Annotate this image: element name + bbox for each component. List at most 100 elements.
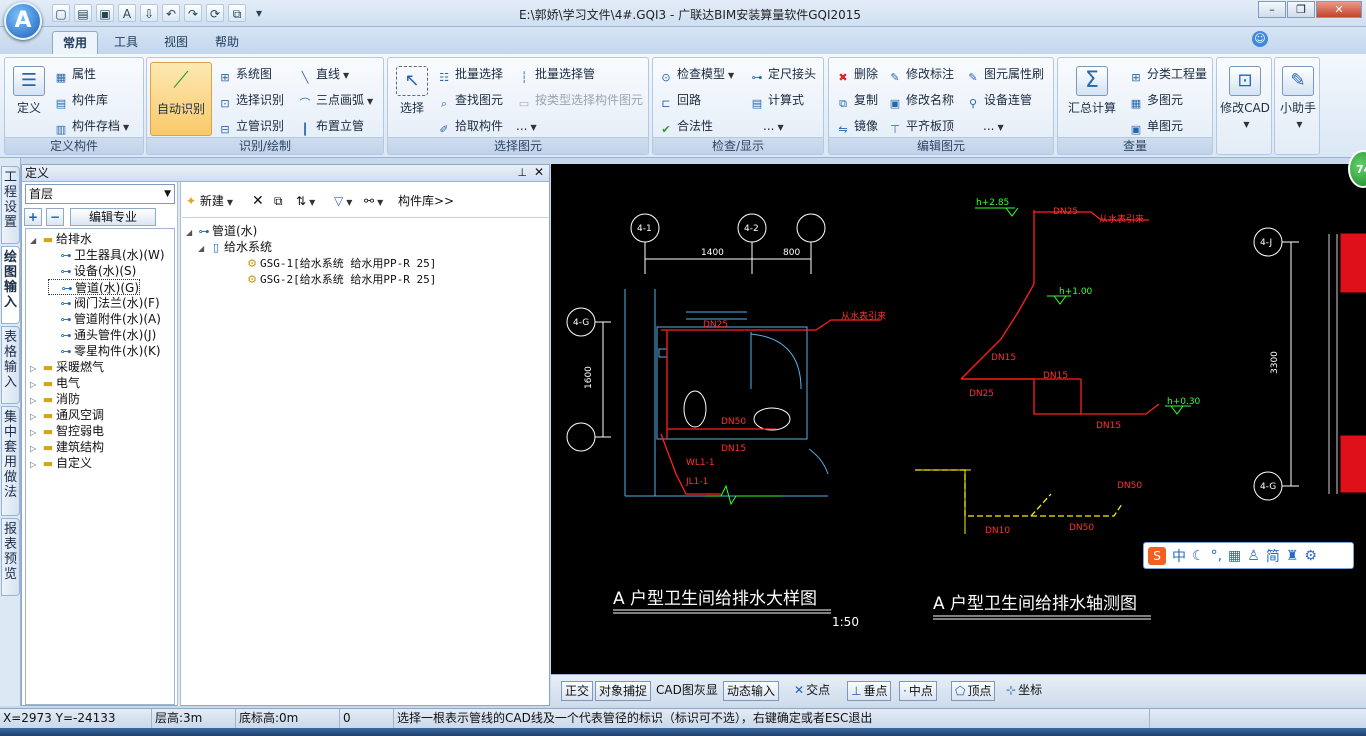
- tree-item-folder[interactable]: ▷ ▬ 消防: [30, 391, 80, 407]
- vtab-apply-method[interactable]: 集中套用做法: [1, 406, 20, 516]
- tree-item-folder[interactable]: ◢ ▬ 给排水: [30, 231, 92, 247]
- select-button[interactable]: ↖ 选择: [391, 62, 433, 136]
- tree-item-folder[interactable]: ▷ ▬ 智控弱电: [30, 423, 104, 439]
- define-button[interactable]: ☰ 定义: [9, 62, 49, 136]
- floor-select[interactable]: 首层 ▼: [25, 184, 175, 204]
- delete-button[interactable]: ✖ 删除: [835, 64, 878, 85]
- auto-identify-button[interactable]: ⟋ 自动识别: [150, 62, 212, 136]
- mirror-button[interactable]: ⇋ 镜像: [835, 116, 878, 137]
- punctuation-icon[interactable]: °,: [1211, 548, 1222, 564]
- snap-cross-button[interactable]: ✕ 交点: [791, 681, 833, 701]
- system-diagram-button[interactable]: ⊞ 系统图: [217, 64, 272, 85]
- object-snap-toggle[interactable]: 对象捕捉: [595, 681, 652, 701]
- cad-drawing-canvas[interactable]: 4-1 4-2 4-G 4-J 4-G 1400 800 1600 3300 D…: [551, 164, 1366, 674]
- pick-comp-button[interactable]: ✐ 拾取构件: [436, 116, 503, 137]
- edit-more-button[interactable]: ... ▼: [983, 116, 1004, 137]
- collapse-arrow-icon[interactable]: ◢: [30, 233, 40, 249]
- vtab-project-settings[interactable]: 工程设置: [1, 166, 20, 244]
- batch-select-button[interactable]: ☷ 批量选择: [436, 64, 503, 85]
- modify-name-button[interactable]: ▣ 修改名称: [887, 90, 954, 111]
- tree-item-folder[interactable]: ▷ ▬ 自定义: [30, 455, 92, 471]
- sum-calc-button[interactable]: Σ 汇总计算: [1062, 62, 1122, 136]
- formula-button[interactable]: ▤ 计算式: [749, 90, 804, 111]
- collapse-arrow-icon[interactable]: ◢: [186, 225, 196, 241]
- tab-common[interactable]: 常用: [52, 31, 99, 54]
- attr-brush-button[interactable]: ✎ 图元属性刷: [965, 64, 1044, 85]
- close-icon[interactable]: ✕: [1316, 1, 1362, 18]
- delete-comp-icon[interactable]: ✕: [252, 192, 264, 210]
- device-pipe-button[interactable]: ⚲ 设备连管: [965, 90, 1032, 111]
- copy-comp-icon[interactable]: ⧉: [274, 192, 283, 210]
- tree-item-component[interactable]: ⊶ 设备(水)(S): [48, 263, 137, 279]
- check-more-button[interactable]: ... ▼: [763, 116, 784, 137]
- select-by-type-button[interactable]: ▭ 按类型选择构件图元: [516, 90, 643, 111]
- collapse-arrow-icon[interactable]: ◢: [198, 241, 208, 257]
- expand-arrow-icon[interactable]: ▷: [30, 457, 40, 473]
- single-element-button[interactable]: ▣ 单图元: [1128, 116, 1183, 137]
- tree-item-component[interactable]: ⊶ 管道(水)(G): [48, 279, 141, 295]
- tree-item-component[interactable]: ⊶ 零星构件(水)(K): [48, 343, 161, 359]
- tree-item-folder[interactable]: ▷ ▬ 采暖燃气: [30, 359, 104, 375]
- restore-icon[interactable]: ❐: [1287, 1, 1315, 18]
- import-icon[interactable]: ⇩: [140, 4, 158, 22]
- modify-mark-button[interactable]: ✎ 修改标注: [887, 64, 954, 85]
- collapse-all-icon[interactable]: −: [46, 208, 64, 226]
- class-project-button[interactable]: ⊞ 分类工程量: [1128, 64, 1207, 85]
- assistant-icon[interactable]: ☺: [1252, 31, 1268, 47]
- select-identify-button[interactable]: ⊡ 选择识别: [217, 90, 284, 111]
- dynamic-input-toggle[interactable]: 动态输入: [723, 681, 780, 701]
- window-icon[interactable]: ⧉: [228, 4, 246, 22]
- tree-item-folder[interactable]: ▷ ▬ 建筑结构: [30, 439, 104, 455]
- component-item[interactable]: ⚙ GSG-2[给水系统 给水用PP-R 25]: [244, 271, 436, 287]
- check-model-button[interactable]: ⊙ 检查模型 ▼: [658, 64, 734, 85]
- comp-lib-link[interactable]: 构件库>>: [398, 192, 454, 210]
- panel-close-icon[interactable]: ✕: [534, 165, 544, 179]
- new-button[interactable]: ✦ 新建 ▼: [186, 192, 233, 210]
- select-more-button[interactable]: ... ▼: [516, 116, 537, 137]
- tree-item-component[interactable]: ⊶ 管道附件(水)(A): [48, 311, 161, 327]
- component-group[interactable]: ◢ ▯ 给水系统: [198, 239, 272, 255]
- snap-perp-button[interactable]: ⊥ 垂点: [847, 681, 892, 701]
- align-top-button[interactable]: ⊤ 平齐板顶: [887, 116, 954, 137]
- validity-button[interactable]: ✔ 合法性: [658, 116, 713, 137]
- tree-item-component[interactable]: ⊶ 阀门法兰(水)(F): [48, 295, 160, 311]
- attr-button[interactable]: ▦ 属性: [53, 64, 96, 85]
- ime-chinese[interactable]: 中: [1172, 546, 1186, 566]
- ortho-toggle[interactable]: 正交: [561, 681, 594, 701]
- riser-identify-button[interactable]: ⊟ 立管识别: [217, 116, 284, 137]
- settings-gear-icon[interactable]: ⚙: [1304, 548, 1317, 564]
- redo-icon[interactable]: ↷: [184, 4, 202, 22]
- tree-item-folder[interactable]: ▷ ▬ 通风空调: [30, 407, 104, 423]
- ime-toolbar[interactable]: S 中 ☾ °, ▦ ♙ 简 ♜ ⚙: [1143, 542, 1354, 569]
- tree-item-component[interactable]: ⊶ 通头管件(水)(J): [48, 327, 157, 343]
- snap-vertex-button[interactable]: ⬠ 顶点: [951, 681, 996, 701]
- panel-splitter[interactable]: [177, 182, 181, 706]
- undo-icon[interactable]: ↶: [162, 4, 180, 22]
- sort-icon[interactable]: ⇅ ▼: [296, 192, 315, 210]
- user-icon[interactable]: ♙: [1247, 548, 1260, 564]
- component-item[interactable]: ⚙ GSG-1[给水系统 给水用PP-R 25]: [244, 255, 436, 271]
- tab-tools[interactable]: 工具: [104, 31, 148, 54]
- tree-item-folder[interactable]: ▷ ▬ 电气: [30, 375, 80, 391]
- keyboard-icon[interactable]: ▦: [1228, 548, 1241, 564]
- modify-cad-button[interactable]: ⊡ 修改CAD ▼: [1219, 62, 1271, 136]
- comp-store-button[interactable]: ▥ 构件存档 ▼: [53, 116, 129, 137]
- place-riser-button[interactable]: ┃ 布置立管: [297, 116, 364, 137]
- vtab-table-input[interactable]: 表格输入: [1, 326, 20, 404]
- minimize-icon[interactable]: –: [1258, 1, 1286, 18]
- moon-icon[interactable]: ☾: [1192, 548, 1205, 564]
- find-element-button[interactable]: ⌕ 查找图元: [436, 90, 503, 111]
- expand-all-icon[interactable]: +: [24, 208, 42, 226]
- shirt-icon[interactable]: ♜: [1286, 548, 1299, 564]
- tree-item-component[interactable]: ⊶ 卫生器具(水)(W): [48, 247, 165, 263]
- snap-mid-button[interactable]: · 中点: [899, 681, 937, 701]
- find-binoculars-icon[interactable]: ⚯ ▼: [364, 192, 383, 210]
- loop-button[interactable]: ⊏ 回路: [658, 90, 701, 111]
- cad-gray-toggle[interactable]: CAD图灰显: [653, 681, 721, 701]
- app-a-icon[interactable]: A: [118, 4, 136, 22]
- helper-button[interactable]: ✎ 小助手 ▼: [1277, 62, 1319, 136]
- new-file-icon[interactable]: ▢: [52, 4, 70, 22]
- copy-button[interactable]: ⧉ 复制: [835, 90, 878, 111]
- arc-button[interactable]: ⌒ 三点画弧 ▼: [297, 90, 374, 111]
- ime-simplified[interactable]: 简: [1266, 546, 1280, 566]
